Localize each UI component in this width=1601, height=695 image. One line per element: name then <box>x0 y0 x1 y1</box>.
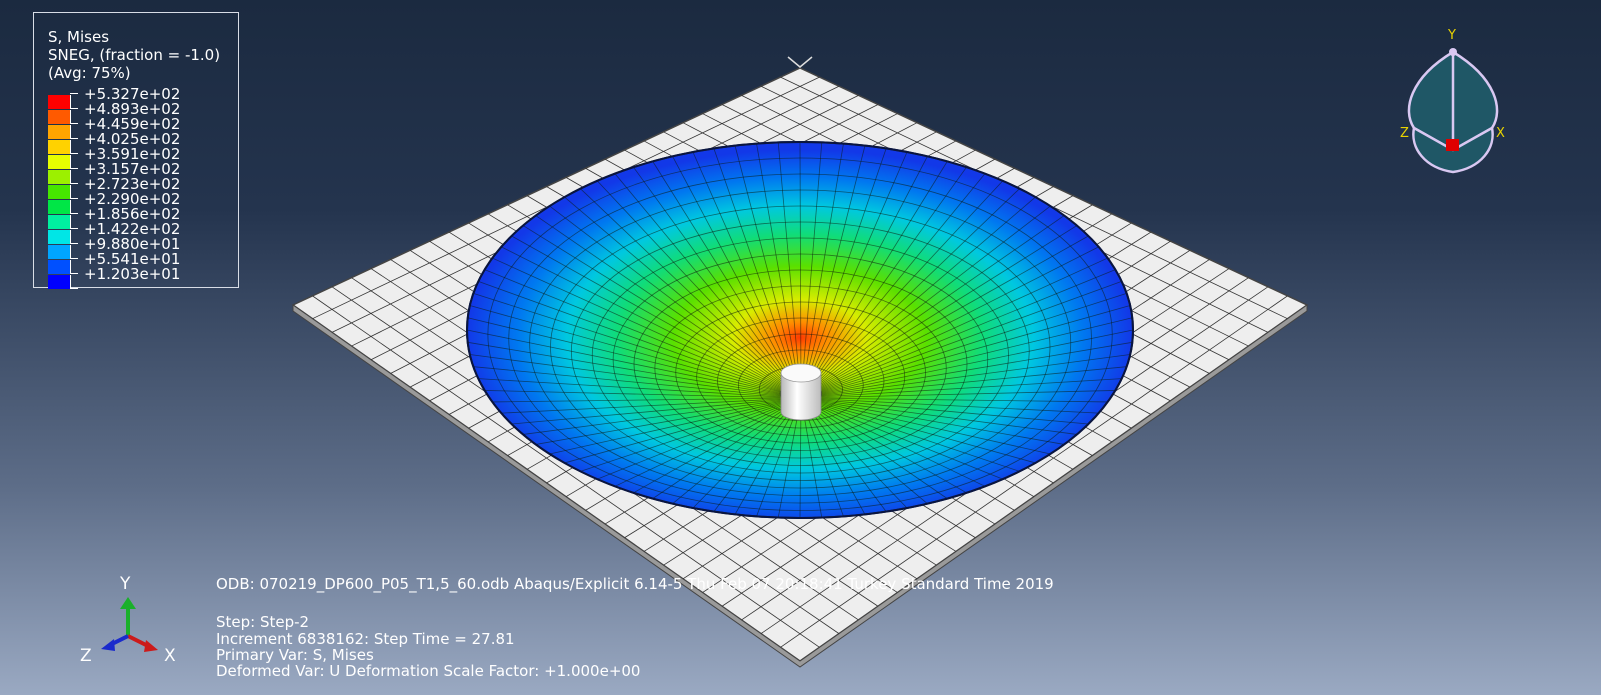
legend-swatch <box>48 230 71 244</box>
legend-bottom-tick <box>48 288 228 304</box>
legend-swatch <box>48 275 71 289</box>
global-axis-triad <box>101 597 158 652</box>
corner-marker <box>787 56 813 68</box>
contour-legend: S, Mises SNEG, (fraction = -1.0) (Avg: 7… <box>33 12 239 289</box>
legend-tick <box>70 258 78 259</box>
legend-tick <box>70 123 78 124</box>
view-cube[interactable] <box>1407 48 1499 174</box>
legend-value: +1.203e+01 <box>84 265 181 283</box>
legend-swatch <box>48 215 71 229</box>
primary-var-info: Primary Var: S, Mises <box>216 646 374 664</box>
odb-info: ODB: 070219_DP600_P05_T1,5_60.odb Abaqus… <box>216 575 1054 593</box>
triad-x-label: X <box>164 646 176 666</box>
legend-tick <box>70 228 78 229</box>
triad-z-label: Z <box>80 646 92 666</box>
deformed-var-info: Deformed Var: U Deformation Scale Factor… <box>216 662 641 680</box>
legend-swatch <box>48 260 71 274</box>
legend-swatch <box>48 155 71 169</box>
legend-subtitle: SNEG, (fraction = -1.0) <box>48 46 221 64</box>
legend-swatch <box>48 170 71 184</box>
view-cube-x-label: X <box>1496 126 1505 141</box>
legend-tick <box>70 183 78 184</box>
increment-info: Increment 6838162: Step Time = 27.81 <box>216 630 515 648</box>
legend-swatch <box>48 95 71 109</box>
legend-tick <box>70 93 78 94</box>
legend-tick <box>70 153 78 154</box>
legend-entry: +1.203e+01 <box>48 265 228 289</box>
punch-tool <box>780 363 822 421</box>
legend-swatch <box>48 125 71 139</box>
legend-tick <box>70 198 78 199</box>
view-cube-z-label: Z <box>1400 126 1409 141</box>
legend-tick <box>70 108 78 109</box>
legend-swatch <box>48 245 71 259</box>
step-info: Step: Step-2 <box>216 613 310 631</box>
triad-y-label: Y <box>120 574 131 594</box>
legend-swatch <box>48 200 71 214</box>
legend-tick <box>70 168 78 169</box>
legend-tick <box>70 243 78 244</box>
legend-swatch <box>48 110 71 124</box>
legend-swatch <box>48 185 71 199</box>
legend-swatch <box>48 140 71 154</box>
legend-tick <box>70 273 78 274</box>
legend-averaging: (Avg: 75%) <box>48 64 131 82</box>
legend-title: S, Mises <box>48 28 110 46</box>
legend-tick <box>70 213 78 214</box>
view-cube-y-label: Y <box>1448 28 1456 43</box>
legend-tick <box>70 138 78 139</box>
